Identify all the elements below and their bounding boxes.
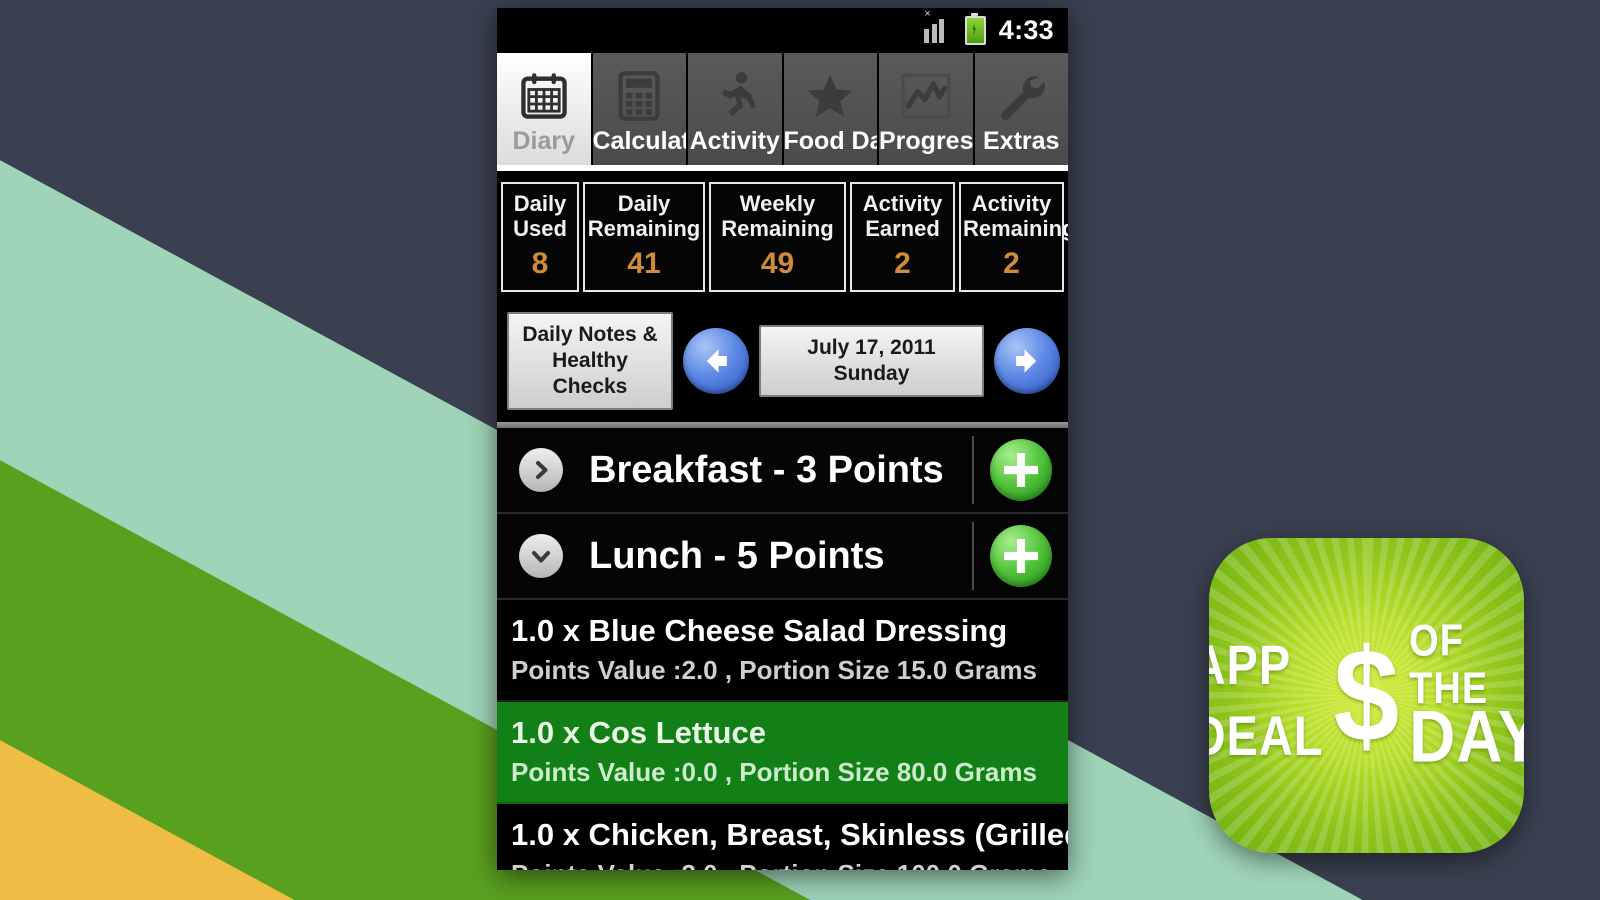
next-day-button[interactable] [994, 328, 1060, 394]
current-date-button[interactable]: July 17, 2011 Sunday [759, 325, 984, 397]
tab-diary[interactable]: Diary [497, 53, 593, 165]
deal-line-deal: DEAL [1209, 703, 1324, 767]
meal-row-lunch[interactable]: Lunch - 5 Points [497, 514, 1068, 600]
date-navigation-bar: Daily Notes & Healthy Checks July 17, 20… [497, 302, 1068, 422]
stat-title-line2: Remaining [721, 216, 834, 241]
food-list-item[interactable]: 1.0 x Blue Cheese Salad Dressing Points … [497, 600, 1068, 702]
stat-title-line1: Daily [617, 191, 671, 216]
stat-title-line2: Used [513, 216, 567, 241]
tab-calculator[interactable]: Calculat [592, 53, 688, 165]
tab-food-database[interactable]: Food Da [783, 53, 879, 165]
daily-notes-line1: Daily Notes & [522, 323, 658, 346]
points-summary-bar: Daily Used 8 Daily Remaining 41 Weekly R… [497, 176, 1068, 302]
date-line2: Sunday [833, 362, 910, 385]
phone-screen: × 4:33 Diary Calculat Activity Food Da P… [497, 8, 1068, 870]
app-deal-of-the-day-badge[interactable]: APP DEAL $ OF THE DAY [1209, 538, 1524, 853]
stat-title-line1: Weekly [739, 191, 816, 216]
food-details: Points Value :3.0 , Portion Size 100.0 G… [511, 856, 1068, 870]
calculator-icon [616, 65, 662, 127]
tab-label: Calculat [592, 127, 687, 155]
arrow-left-icon [696, 341, 736, 381]
chevron-right-icon[interactable] [519, 448, 563, 492]
tab-label: Extras [983, 127, 1060, 155]
calendar-icon [518, 65, 570, 127]
stat-value: 41 [627, 247, 661, 280]
meal-separator [972, 522, 974, 590]
food-details: Points Value :0.0 , Portion Size 80.0 Gr… [511, 757, 1037, 787]
previous-day-button[interactable] [683, 328, 749, 394]
meal-row-breakfast[interactable]: Breakfast - 3 Points [497, 428, 1068, 514]
stat-weekly-remaining[interactable]: Weekly Remaining 49 [709, 182, 846, 292]
arrow-right-icon [1007, 341, 1047, 381]
stat-value: 49 [760, 247, 795, 280]
deal-line-day: DAY [1409, 694, 1524, 777]
tab-progress[interactable]: Progress [879, 53, 975, 165]
stat-value: 8 [531, 247, 549, 280]
chevron-down-icon[interactable] [519, 534, 563, 578]
tab-activity[interactable]: Activity [688, 53, 784, 165]
stat-daily-remaining[interactable]: Daily Remaining 41 [583, 182, 705, 292]
food-name: 1.0 x Blue Cheese Salad Dressing [511, 613, 1008, 648]
status-bar: × 4:33 [497, 8, 1068, 53]
stat-title-line2: Remaining [587, 216, 701, 241]
tab-extras[interactable]: Extras [974, 53, 1068, 165]
chart-line-icon [899, 65, 953, 127]
meal-separator [972, 436, 974, 504]
food-list-item[interactable]: 1.0 x Chicken, Breast, Skinless (Grilled… [497, 804, 1068, 870]
running-icon [711, 65, 759, 127]
date-line1: July 17, 2011 [807, 336, 936, 359]
daily-notes-button[interactable]: Daily Notes & Healthy Checks [507, 312, 673, 410]
food-name: 1.0 x Chicken, Breast, Skinless (Grilled… [511, 817, 1068, 852]
star-icon [803, 65, 857, 127]
signal-bars-icon: × [924, 8, 952, 43]
food-details: Points Value :2.0 , Portion Size 15.0 Gr… [511, 655, 1037, 685]
add-food-button-lunch[interactable] [990, 525, 1052, 587]
stat-title-line2: Remaining [963, 216, 1068, 241]
deal-badge-inner: APP DEAL $ OF THE DAY [1209, 538, 1524, 853]
add-food-button-breakfast[interactable] [990, 439, 1052, 501]
tab-label: Progress [879, 127, 973, 155]
food-list-item[interactable]: 1.0 x Cos Lettuce Points Value :0.0 , Po… [497, 702, 1068, 804]
stat-title-line1: Daily [513, 191, 567, 216]
stat-activity-earned[interactable]: Activity Earned 2 [850, 182, 955, 292]
stat-value: 2 [894, 247, 911, 280]
stat-title-line2: Earned [865, 216, 940, 241]
stat-title-line1: Activity [971, 191, 1052, 216]
dollar-sign-icon: $ [1333, 621, 1400, 770]
status-bar-clock: 4:33 [998, 15, 1054, 45]
food-name: 1.0 x Cos Lettuce [511, 715, 766, 750]
daily-notes-line2: Healthy Checks [552, 349, 628, 398]
tab-label: Food Da [783, 127, 878, 155]
tab-label: Diary [512, 127, 576, 155]
meal-title: Lunch - 5 Points [589, 534, 885, 577]
tab-label: Activity [689, 127, 780, 155]
tab-bar: Diary Calculat Activity Food Da Progres … [497, 53, 1068, 165]
stat-title-line1: Activity [862, 191, 943, 216]
stat-value: 2 [1003, 247, 1020, 280]
stat-activity-remaining[interactable]: Activity Remaining 2 [959, 182, 1068, 292]
stat-daily-used[interactable]: Daily Used 8 [501, 182, 579, 292]
meal-title: Breakfast - 3 Points [589, 448, 944, 491]
deal-badge-text: APP DEAL $ OF THE DAY [1209, 617, 1524, 772]
battery-charging-icon [964, 13, 986, 45]
screenshot-root: × 4:33 Diary Calculat Activity Food Da P… [0, 0, 1600, 900]
deal-line-app: APP [1209, 632, 1292, 696]
wrench-icon [995, 65, 1047, 127]
